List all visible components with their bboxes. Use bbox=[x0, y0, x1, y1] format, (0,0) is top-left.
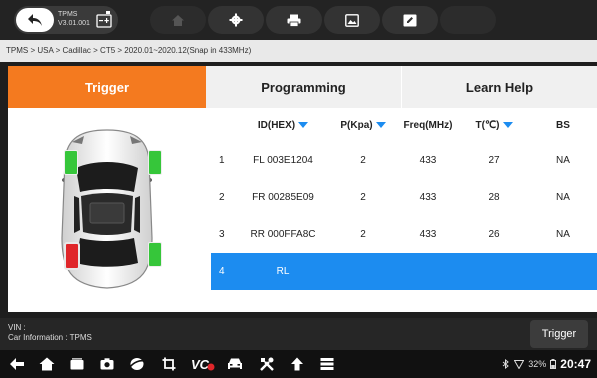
app-title: TPMS V3.01.001 bbox=[58, 10, 90, 28]
row-number: 1 bbox=[219, 155, 225, 166]
nav-back-icon[interactable] bbox=[8, 355, 26, 373]
battery-percent: 32% bbox=[528, 359, 547, 369]
printer-icon bbox=[287, 14, 301, 27]
tire-rear-right bbox=[148, 242, 162, 267]
sensor-table: ID(HEX) P(Kpa) Freq(MHz) T(℃) BS 1 FL 00… bbox=[211, 108, 597, 290]
table-row[interactable]: 2 FR 00285E09 2 433 28 NA bbox=[211, 179, 597, 216]
status-area: 32% 20:47 bbox=[502, 357, 591, 371]
col-header-id-label: ID(HEX) bbox=[257, 119, 296, 131]
row-temp: 27 bbox=[488, 155, 500, 166]
row-pressure: 2 bbox=[360, 229, 366, 240]
print-button[interactable] bbox=[266, 6, 322, 34]
row-id: FR 00285E09 bbox=[252, 192, 314, 203]
clock: 20:47 bbox=[560, 357, 591, 371]
col-header-bs: BS bbox=[556, 119, 570, 131]
tire-front-left bbox=[64, 150, 78, 175]
screenshot-button[interactable] bbox=[324, 6, 380, 34]
bluetooth-icon bbox=[502, 359, 510, 369]
table-row-selected[interactable]: 4 RL bbox=[211, 253, 597, 290]
back-button[interactable]: TPMS V3.01.001 bbox=[14, 6, 118, 34]
table-row[interactable]: 3 RR 000FFA8C 2 433 26 NA bbox=[211, 216, 597, 253]
col-header-temp[interactable]: T(℃) bbox=[459, 120, 529, 131]
nav-vci-icon[interactable]: VC bbox=[190, 355, 216, 373]
vci-battery-icon bbox=[96, 11, 112, 28]
car-top-view-icon bbox=[61, 129, 153, 289]
table-header: ID(HEX) P(Kpa) Freq(MHz) T(℃) BS bbox=[211, 108, 597, 142]
col-header-pressure-label: P(Kpa) bbox=[340, 119, 373, 131]
trigger-button[interactable]: Trigger bbox=[530, 320, 588, 348]
row-pressure: 2 bbox=[360, 155, 366, 166]
image-icon bbox=[345, 13, 359, 27]
col-header-freq: Freq(MHz) bbox=[403, 119, 453, 131]
row-bs: NA bbox=[556, 192, 570, 203]
row-number: 2 bbox=[219, 192, 225, 203]
row-bs: NA bbox=[556, 155, 570, 166]
info-bar: VIN : Car Information : TPMS Trigger bbox=[0, 318, 597, 350]
row-temp: 28 bbox=[488, 192, 500, 203]
svg-text:VC: VC bbox=[191, 357, 210, 371]
nav-menu-icon[interactable] bbox=[318, 355, 336, 373]
tab-programming[interactable]: Programming bbox=[206, 66, 402, 108]
col-header-pressure[interactable]: P(Kpa) bbox=[329, 120, 397, 131]
settings-button[interactable] bbox=[208, 6, 264, 34]
edit-report-icon bbox=[403, 14, 417, 26]
sort-down-icon bbox=[375, 121, 386, 128]
main-panel: Trigger Programming Learn Help ID(HEX) P… bbox=[8, 66, 597, 312]
nav-browser-icon[interactable] bbox=[128, 355, 146, 373]
home-icon bbox=[172, 14, 184, 26]
col-header-temp-label: T(℃) bbox=[475, 119, 500, 131]
tire-front-right bbox=[148, 150, 162, 175]
app-version: V3.01.001 bbox=[58, 20, 90, 27]
tab-learn-help[interactable]: Learn Help bbox=[402, 66, 597, 108]
gear-icon bbox=[229, 13, 243, 27]
toolbar-slot bbox=[440, 6, 496, 34]
home-button[interactable] bbox=[150, 6, 206, 34]
row-number: 3 bbox=[219, 229, 225, 240]
back-arrow-icon bbox=[16, 8, 54, 32]
sort-down-icon bbox=[502, 121, 513, 128]
tab-trigger[interactable]: Trigger bbox=[8, 66, 206, 108]
col-header-id[interactable]: ID(HEX) bbox=[237, 120, 329, 131]
row-freq: 433 bbox=[419, 192, 437, 203]
nav-home-icon[interactable] bbox=[38, 355, 56, 373]
nav-recent-apps-icon[interactable] bbox=[68, 355, 86, 373]
table-row[interactable]: 1 FL 003E1204 2 433 27 NA bbox=[211, 142, 597, 179]
vin-label: VIN : bbox=[8, 323, 26, 332]
bottom-navigation: VC 32% 20:47 bbox=[0, 350, 597, 378]
tpms-screen: TPMS V3.01.001 TPMS > USA > Cadillac > C… bbox=[0, 0, 597, 378]
app-name: TPMS bbox=[58, 11, 78, 18]
wifi-icon bbox=[514, 359, 525, 369]
row-freq: 433 bbox=[419, 155, 437, 166]
row-freq: 433 bbox=[419, 229, 437, 240]
nav-upload-icon[interactable] bbox=[288, 355, 306, 373]
nav-car-icon[interactable] bbox=[226, 355, 244, 373]
battery-icon bbox=[550, 359, 557, 369]
row-number: 4 bbox=[219, 266, 225, 277]
sort-down-icon bbox=[298, 121, 309, 128]
tire-rear-left bbox=[64, 242, 80, 270]
row-id: RR 000FFA8C bbox=[250, 229, 316, 240]
nav-camera-icon[interactable] bbox=[98, 355, 116, 373]
vehicle-info: VIN : Car Information : TPMS bbox=[8, 323, 92, 343]
row-temp: 26 bbox=[488, 229, 500, 240]
function-tabs: Trigger Programming Learn Help bbox=[8, 66, 597, 108]
car-info-label: Car Information : TPMS bbox=[8, 333, 92, 342]
breadcrumb: TPMS > USA > Cadillac > CT5 > 2020.01~20… bbox=[0, 40, 597, 62]
row-id: FL 003E1204 bbox=[253, 155, 313, 166]
top-toolbar: TPMS V3.01.001 bbox=[0, 0, 597, 40]
row-bs: NA bbox=[556, 229, 570, 240]
nav-tools-icon[interactable] bbox=[258, 355, 276, 373]
row-id: RL bbox=[276, 266, 290, 277]
nav-crop-icon[interactable] bbox=[160, 355, 178, 373]
car-diagram bbox=[8, 108, 206, 306]
feedback-button[interactable] bbox=[382, 6, 438, 34]
row-pressure: 2 bbox=[360, 192, 366, 203]
